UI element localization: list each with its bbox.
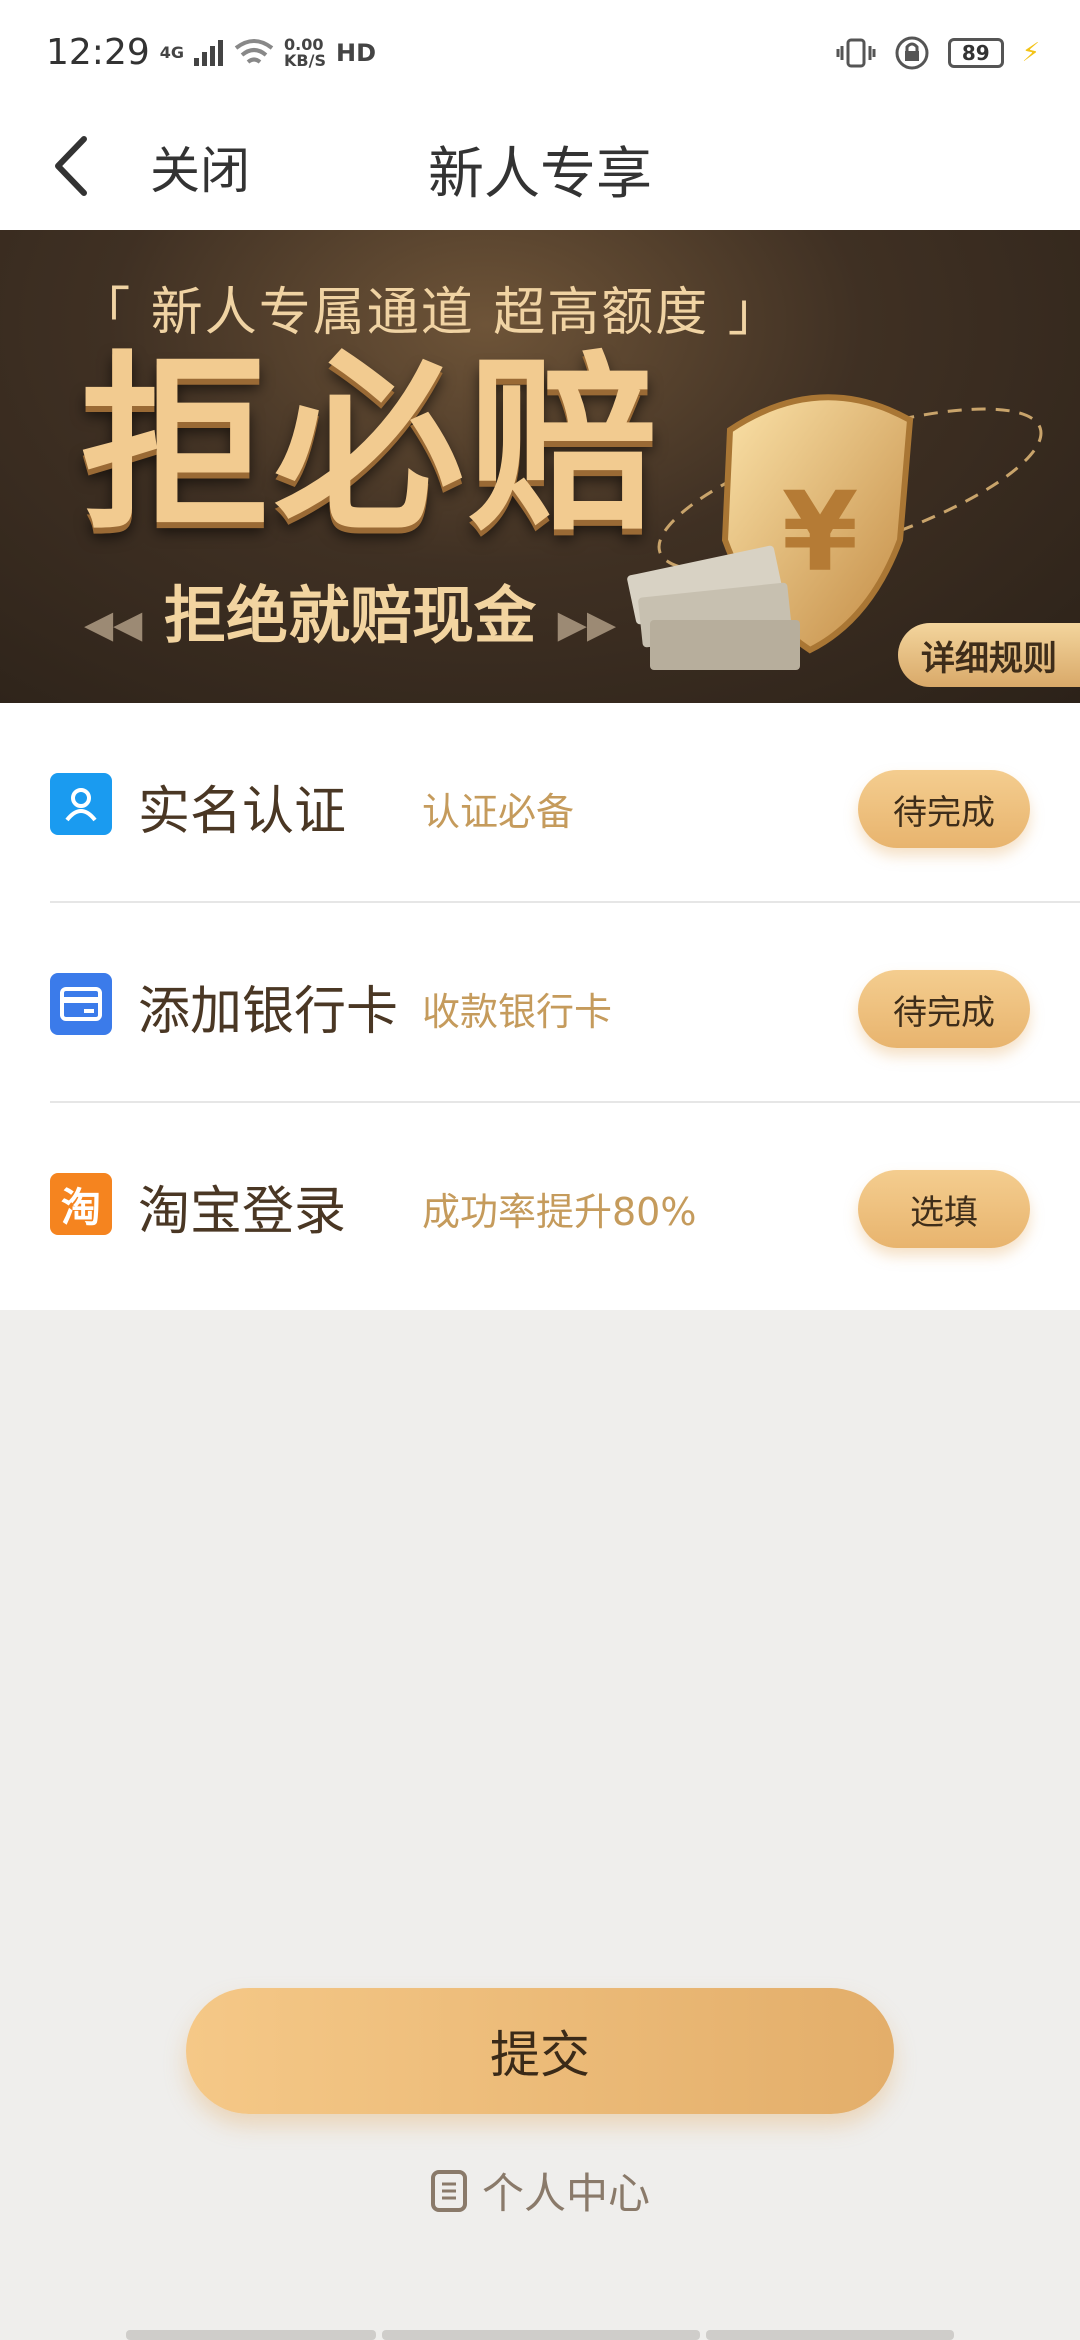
left-arrows-icon: ◀◀ (83, 602, 143, 646)
signal-icon (194, 39, 224, 66)
nav-gesture-bar-right[interactable] (706, 2330, 954, 2340)
network-type: 4G (159, 42, 185, 62)
rules-button[interactable]: 详细规则 (898, 623, 1080, 687)
personal-center-label: 个人中心 (481, 2169, 650, 2218)
personal-center-link[interactable]: 个人中心 (0, 2160, 1080, 2221)
task-desc: 收款银行卡 (422, 990, 613, 1034)
charging-icon: ⚡ (1021, 37, 1040, 68)
task-row-bank-card[interactable]: 添加银行卡 收款银行卡 待完成 (0, 903, 1080, 1103)
task-name: 淘宝登录 (138, 1182, 347, 1242)
status-left: 12:29 4G 0.00 KB/S HD (46, 32, 376, 73)
task-row-real-name[interactable]: 实名认证 认证必备 待完成 (0, 703, 1080, 903)
submit-button[interactable]: 提交 (186, 1988, 894, 2114)
speed-unit: KB/S (284, 50, 326, 70)
nav-gesture-bar-left[interactable] (126, 2330, 376, 2340)
banner-slogan: ◀◀ 拒绝就赔现金 ▶▶ (70, 565, 630, 655)
taobao-icon: 淘 (50, 1173, 112, 1235)
status-bar: 12:29 4G 0.00 KB/S HD 89 ⚡ (0, 0, 1080, 105)
task-desc: 认证必备 (422, 790, 575, 834)
svg-text:¥: ¥ (782, 468, 859, 596)
task-status-button[interactable]: 待完成 (858, 770, 1030, 848)
nav-gesture-bar-center[interactable] (382, 2330, 700, 2340)
lock-rotation-icon (895, 36, 929, 69)
task-name: 添加银行卡 (138, 982, 399, 1042)
task-list: 实名认证 认证必备 待完成 添加银行卡 收款银行卡 待完成 淘 淘宝登录 成功率… (0, 703, 1080, 1310)
page-title: 新人专享 (428, 142, 652, 207)
banner-title: 拒必赔 (80, 333, 663, 556)
battery-icon: 89 (947, 37, 1004, 68)
task-row-taobao[interactable]: 淘 淘宝登录 成功率提升80% 选填 (0, 1103, 1080, 1303)
nav-bar: 关闭 新人专享 (0, 105, 1080, 230)
task-status-button[interactable]: 待完成 (858, 970, 1030, 1048)
hd-badge: HD (335, 38, 376, 67)
task-name: 实名认证 (138, 782, 347, 842)
banner-slogan-text: 拒绝就赔现金 (163, 579, 536, 652)
wifi-icon (234, 38, 274, 64)
task-status-button[interactable]: 选填 (858, 1170, 1030, 1248)
right-arrows-icon: ▶▶ (557, 602, 617, 646)
bank-card-icon (50, 973, 112, 1035)
user-icon (50, 773, 112, 835)
network-indicator: 4G (159, 42, 185, 62)
promo-banner[interactable]: 「 新人专属通道 超高额度 」 拒必赔 ◀◀ 拒绝就赔现金 ▶▶ ¥ 详细规则 (0, 230, 1080, 703)
document-icon (430, 2169, 467, 2212)
network-speed: 0.00 KB/S (284, 36, 326, 70)
vibrate-icon (836, 38, 876, 67)
status-time: 12:29 (46, 32, 150, 73)
status-right: 89 ⚡ (836, 35, 1040, 71)
task-desc: 成功率提升80% (422, 1190, 697, 1234)
